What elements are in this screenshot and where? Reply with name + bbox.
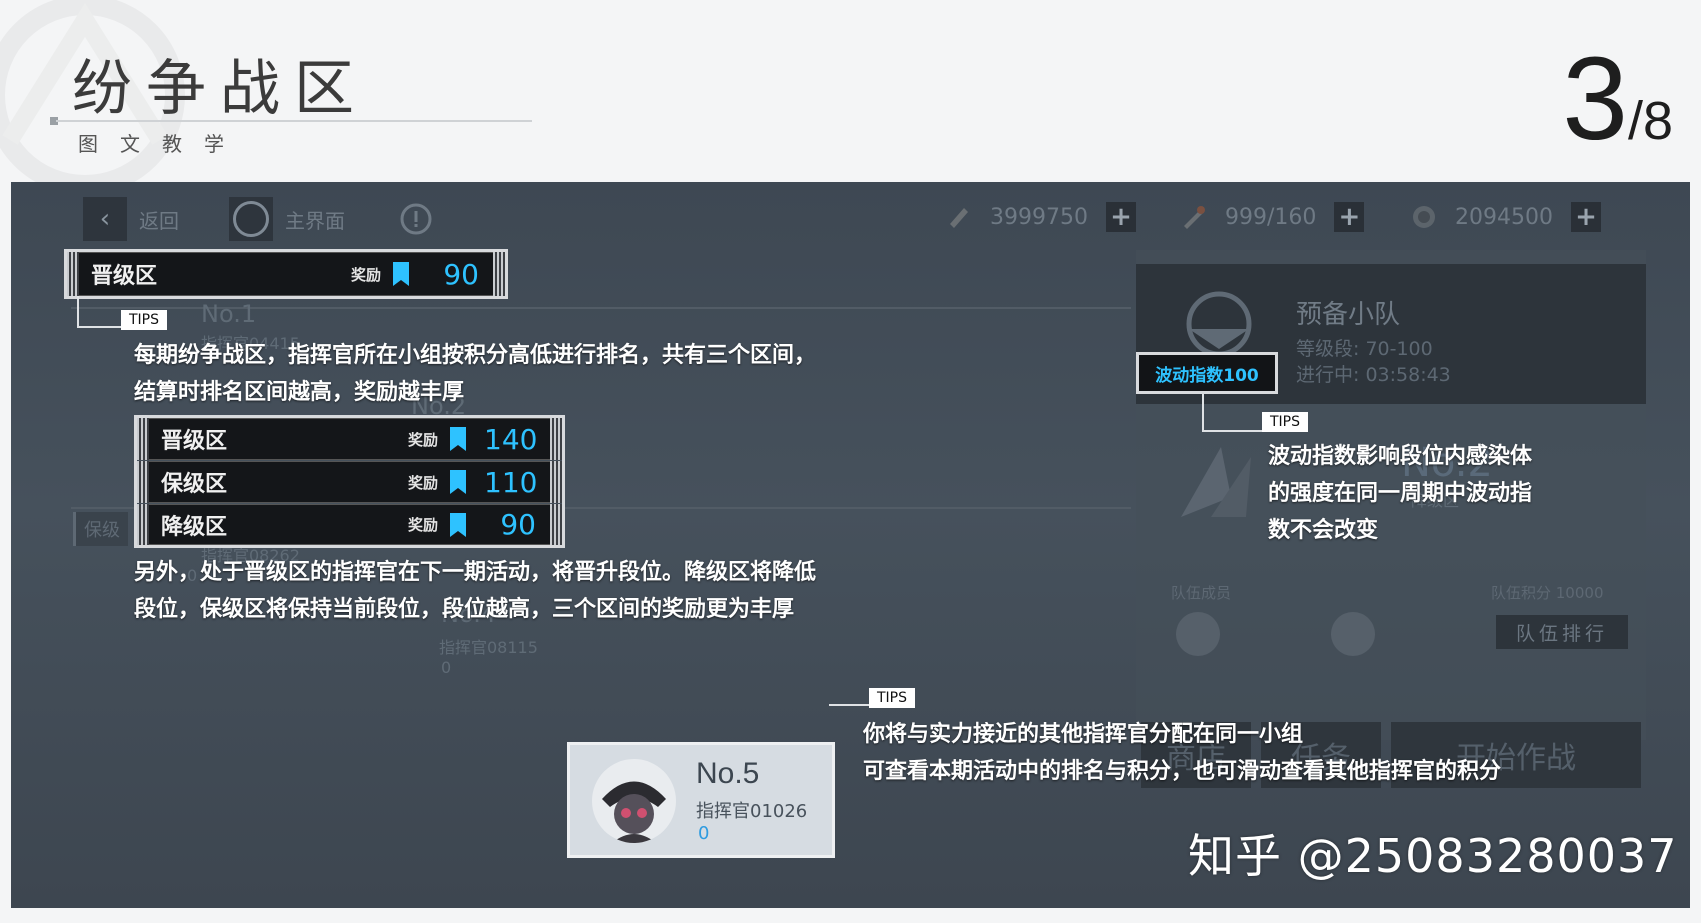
tip-wave-index-line2: 的强度在同一周期中波动指 xyxy=(1268,481,1533,506)
reward-ticket-icon xyxy=(450,470,466,494)
reward-ticket-icon xyxy=(393,262,409,286)
resource-2-value: 999/160 xyxy=(1225,204,1317,230)
team-score-label: 队伍积分 10000 xyxy=(1491,584,1604,602)
zone-reward-label-demote: 奖励 xyxy=(407,516,438,534)
ticket-icon xyxy=(950,208,968,228)
add-resource-2-button[interactable]: + xyxy=(1334,202,1365,232)
tip-group: 你将与实力接近的其他指挥官分配在同一小组 可查看本期活动中的排名与积分，也可滑动… xyxy=(863,716,1683,790)
add-resource-3-button[interactable]: + xyxy=(1570,202,1601,232)
player-commander-id: 指挥官01026 xyxy=(696,801,808,822)
team-members-label: 队伍成员 xyxy=(1171,584,1232,602)
reward-ticket-icon xyxy=(450,427,466,451)
zone-reward-demote: 90 xyxy=(500,508,536,541)
tip-wave-index: 波动指数影响段位内感染体 的强度在同一周期中波动指 数不会改变 xyxy=(1268,438,1588,549)
back-button[interactable]: ‹ 返回 xyxy=(83,197,179,241)
tip-group-line2: 可查看本期活动中的排名与积分，也可滑动查看其他指挥官的积分 xyxy=(863,759,1502,784)
tip-zone-ranking-line1: 每期纷争战区，指挥官所在小组按积分高低进行排名，共有三个区间， xyxy=(134,343,817,368)
zone-reward-label-retain: 奖励 xyxy=(407,473,438,492)
resource-1: 3999750 + xyxy=(946,202,1136,232)
team-level-range: 等级段: 70-100 xyxy=(1296,338,1433,360)
current-zone-reward: 90 xyxy=(443,257,479,291)
home-label: 主界面 xyxy=(285,208,345,233)
home-icon xyxy=(229,197,273,241)
coin-icon xyxy=(1413,206,1435,228)
title-divider xyxy=(56,120,532,122)
reward-ticket-icon xyxy=(450,512,466,537)
page-total: /8 xyxy=(1627,91,1673,151)
zone-bar-demote: 降级区 奖励 90 xyxy=(137,504,562,545)
member-avatar xyxy=(1331,612,1375,656)
tip-zone-ranking: 每期纷争战区，指挥官所在小组按积分高低进行排名，共有三个区间， 结算时排名区间越… xyxy=(134,337,1034,411)
resource-2: 999/160 + xyxy=(1181,202,1365,232)
tip-wave-index-line3: 数不会改变 xyxy=(1268,518,1379,543)
bg-rank-1: No.1 xyxy=(201,300,257,328)
zhihu-watermark: 知乎 @2508328003​7 xyxy=(1188,829,1678,883)
tip-zone-effects-line2: 段位，保级区将保持当前段位，段位越高，三个区间的奖励更为丰厚 xyxy=(134,597,795,622)
bg-commander-4: 指挥官08115 xyxy=(439,638,538,657)
add-resource-1-button[interactable]: + xyxy=(1105,202,1136,232)
wave-index-badge: 波动指数100 xyxy=(1136,352,1278,394)
player-score: 0 xyxy=(698,823,710,844)
tip-connector xyxy=(829,704,869,706)
zone-name-promote: 晋级区 xyxy=(161,429,228,454)
zone-bar-promote: 晋级区 奖励 140 xyxy=(137,418,562,460)
top-bar: ‹ 返回 主界面 3999750 + 999/160 + 2094500 + xyxy=(11,182,1690,252)
current-zone-reward-label: 奖励 xyxy=(350,265,381,284)
chevron-left-icon: ‹ xyxy=(83,197,127,241)
tip-wave-index-line1: 波动指数影响段位内感染体 xyxy=(1268,444,1533,469)
team-name: 预备小队 xyxy=(1296,300,1401,330)
info-button[interactable] xyxy=(399,197,433,241)
zone-name-retain: 保级区 xyxy=(161,472,228,497)
zone-reward-retain: 110 xyxy=(484,465,538,499)
player-avatar-icon xyxy=(602,781,666,843)
tip-group-line1: 你将与实力接近的其他指挥官分配在同一小组 xyxy=(863,722,1304,747)
zone-reward-label-promote: 奖励 xyxy=(407,430,438,449)
tips-tag: TIPS xyxy=(1262,412,1309,432)
page-current: 3 xyxy=(1562,33,1628,165)
tip-connector xyxy=(77,296,123,328)
team-rank-button[interactable]: 队伍排行 xyxy=(1496,615,1628,649)
current-zone-name: 晋级区 xyxy=(91,264,158,289)
bg-zone-tag: 保级 xyxy=(73,512,128,546)
resource-1-value: 3999750 xyxy=(990,204,1088,230)
stamina-icon xyxy=(1184,206,1205,229)
rank-badge-icon xyxy=(1181,447,1251,517)
back-label: 返回 xyxy=(139,208,179,233)
current-zone-bar: 晋级区 奖励 90 xyxy=(67,252,505,296)
zone-bar-retain: 保级区 奖励 110 xyxy=(137,461,562,503)
tip-zone-effects-line1: 另外，处于晋级区的指挥官在下一期活动，将晋升段位。降级区将降低 xyxy=(134,560,817,585)
player-avatar xyxy=(592,759,676,843)
bg-score-4: 0 xyxy=(441,658,452,677)
tip-zone-ranking-line2: 结算时排名区间越高，奖励越丰厚 xyxy=(134,380,465,405)
zone-name-demote: 降级区 xyxy=(161,514,228,540)
resource-3: 2094500 + xyxy=(1411,202,1601,232)
member-avatar xyxy=(1176,612,1220,656)
info-icon xyxy=(400,203,432,235)
tips-tag: TIPS xyxy=(121,310,168,330)
player-rank: No.5 xyxy=(696,757,760,790)
team-status: 进行中: 03:58:43 xyxy=(1296,364,1451,386)
home-button[interactable]: 主界面 xyxy=(229,197,345,241)
resource-3-value: 2094500 xyxy=(1455,204,1553,230)
slide-subtitle: 图文教学 xyxy=(78,132,246,156)
player-rank-card[interactable]: No.5 指挥官01026 0 xyxy=(567,742,835,858)
tip-zone-effects: 另外，处于晋级区的指挥官在下一期活动，将晋升段位。降级区将降低 段位，保级区将保… xyxy=(134,554,1094,628)
page-indicator: 3/8 xyxy=(1562,40,1673,158)
zone-reward-promote: 140 xyxy=(484,422,538,456)
slide-title: 纷争战区 xyxy=(72,54,368,124)
tip-connector xyxy=(1202,394,1264,432)
tips-tag: TIPS xyxy=(869,688,916,708)
game-screenshot: ‹ 返回 主界面 3999750 + 999/160 + 2094500 + N… xyxy=(11,182,1690,908)
